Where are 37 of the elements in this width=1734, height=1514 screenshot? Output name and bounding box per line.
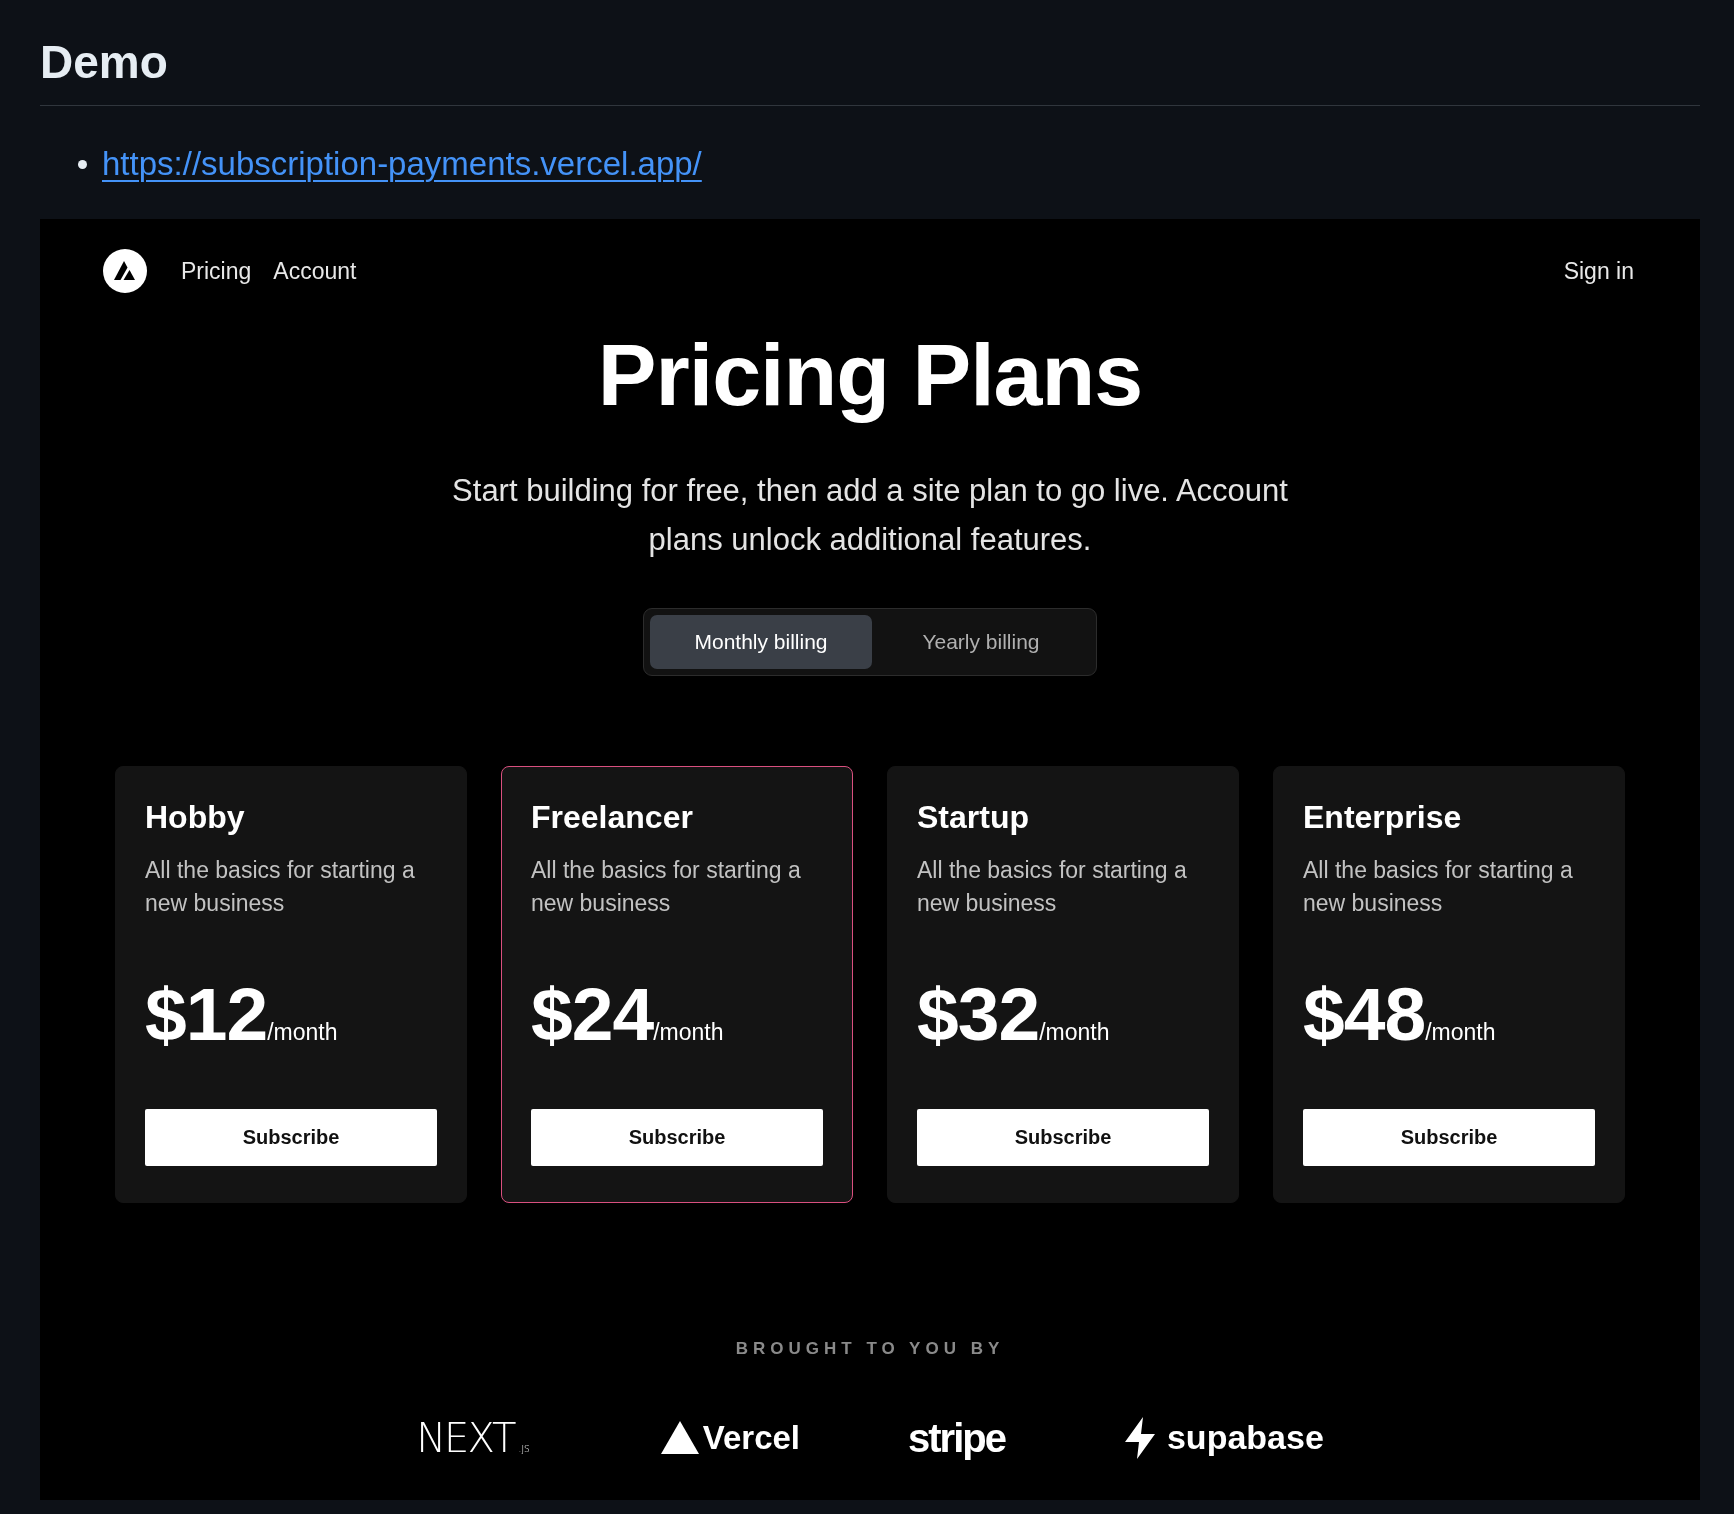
subscribe-button[interactable]: Subscribe	[917, 1108, 1209, 1166]
page-subtitle: Start building for free, then add a site plan to go live. Account plans unlock additional features.	[451, 471, 1289, 559]
plan-name: Freelancer	[531, 798, 694, 835]
price-period: /month	[1039, 1018, 1110, 1045]
plan-price: $48	[1303, 973, 1426, 1054]
plan-price: $12	[145, 973, 268, 1054]
sponsors-heading: BROUGHT TO YOU BY	[735, 1337, 1005, 1360]
sign-in-link[interactable]: Sign in	[1563, 254, 1634, 289]
sponsor-wordmark: supabase	[1166, 1417, 1324, 1459]
plan-description: All the basics for starting a new business	[145, 855, 416, 918]
nav-link[interactable]: Pricing	[181, 254, 252, 289]
price-period: /month	[653, 1018, 724, 1045]
triangle-icon	[660, 1421, 699, 1455]
page-title: Pricing Plans	[597, 329, 1143, 422]
nav-link[interactable]: Account	[273, 254, 357, 289]
plan-description: All the basics for starting a new business	[917, 855, 1188, 918]
lightning-bolt-icon	[1122, 1416, 1157, 1459]
plan-name: Startup	[917, 798, 1030, 835]
sponsor-wordmark: stripe	[908, 1414, 1005, 1462]
price-period: /month	[267, 1018, 338, 1045]
logo-icon[interactable]	[103, 249, 147, 294]
plan-description: All the basics for starting a new business	[531, 855, 802, 918]
plan-description: All the basics for starting a new business	[1303, 855, 1574, 918]
demo-link[interactable]: https://subscription-payments.vercel.app/	[102, 141, 702, 187]
subscribe-button[interactable]: Subscribe	[531, 1108, 823, 1166]
bullet-icon	[78, 159, 87, 169]
plan-name: Enterprise	[1303, 798, 1463, 835]
sponsor-wordmark: Vercel	[702, 1418, 800, 1459]
subscribe-button[interactable]: Subscribe	[1303, 1108, 1595, 1166]
plan-price: $32	[917, 973, 1040, 1054]
billing-tab[interactable]: Yearly billing	[872, 614, 1090, 669]
price-period: /month	[1425, 1018, 1496, 1045]
subscribe-button[interactable]: Subscribe	[145, 1108, 437, 1166]
plan-name: Hobby	[145, 798, 246, 835]
billing-tab[interactable]: Monthly billing	[650, 614, 872, 669]
section-heading: Demo	[40, 0, 1700, 106]
plan-price: $24	[531, 973, 654, 1054]
